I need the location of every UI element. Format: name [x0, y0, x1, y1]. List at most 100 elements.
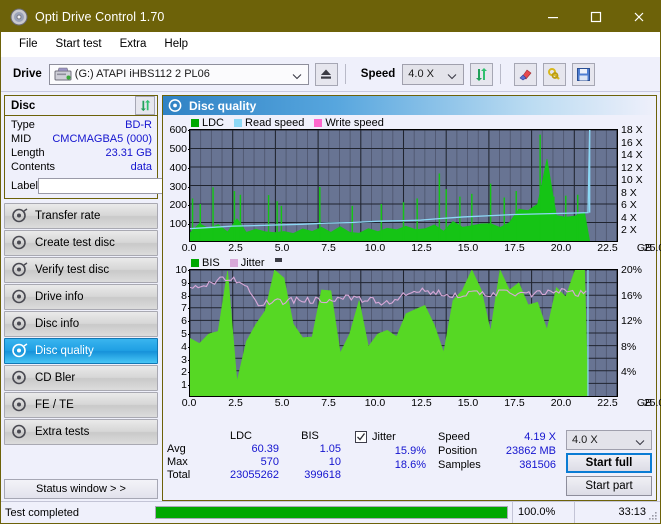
- sidebar-item-cd-bler[interactable]: CD Bler: [4, 365, 158, 391]
- chart-ldc-x-axis: 0.02.55.07.510.012.515.017.520.022.525.0…: [182, 242, 661, 256]
- y-tick-label: 7: [181, 302, 187, 315]
- y-tick-label: 4: [181, 340, 187, 353]
- y2-tick-label: 12 X: [621, 161, 643, 174]
- sidebar-label: Transfer rate: [35, 210, 101, 222]
- disc-icon: [168, 98, 183, 113]
- speed-select[interactable]: 4.0 X: [402, 63, 465, 85]
- disc-refresh-button[interactable]: [135, 96, 155, 115]
- stats-total-bis: 399618: [304, 469, 341, 481]
- sidebar-item-disc-quality[interactable]: Disc quality: [4, 338, 158, 364]
- x-tick-label: 17.5: [504, 397, 525, 409]
- menu-item-help[interactable]: Help: [155, 36, 197, 52]
- menu-item-file[interactable]: File: [10, 36, 47, 52]
- disc-info-panel: Disc Type BD-R MID CMCMAGBA5 (000) Lengt…: [4, 95, 240, 199]
- tools-button[interactable]: [543, 62, 567, 86]
- sidebar-item-transfer-rate[interactable]: Transfer rate: [4, 203, 158, 229]
- stats-row-label-total: Total: [167, 469, 191, 481]
- drive-value: (G:) ATAPI iHBS112 2 PL06: [74, 68, 210, 80]
- chart-ldc: LDC Read speed Write speed 100 200 300 400 5…: [165, 116, 661, 256]
- stats-max-bis: 10: [328, 456, 341, 468]
- y-tick-label: 600: [169, 124, 187, 136]
- x-tick-label: 12.5: [411, 242, 432, 254]
- sidebar-label: Extra tests: [35, 426, 90, 438]
- chart-bis-legend: BIS Jitter: [165, 256, 654, 269]
- chart-ldc-legend: LDC Read speed Write speed: [165, 116, 654, 129]
- chevron-down-icon: [635, 437, 645, 449]
- sidebar-item-verify-test-disc[interactable]: Verify test disc: [4, 257, 158, 283]
- x-tick-label: 0.0: [181, 242, 197, 254]
- sidebar-item-extra-tests[interactable]: Extra tests: [4, 419, 158, 445]
- toolbar-divider-2: [500, 64, 502, 84]
- disc-panel-header: Disc: [5, 96, 157, 116]
- y2-tick-label: 4 X: [621, 211, 637, 224]
- test-speed-value: 4.0 X: [572, 434, 598, 446]
- drive-hardware-icon: [54, 67, 72, 82]
- stats-row-label-max: Max: [167, 456, 188, 468]
- sidebar-item-drive-info[interactable]: Drive info: [4, 284, 158, 310]
- stats-header-bis: BIS: [301, 430, 319, 442]
- y2-tick-label: 8%: [621, 340, 637, 353]
- y-tick-label: 2: [181, 366, 187, 379]
- y-tick-label: 1: [181, 379, 187, 392]
- jitter-avg-value: 15.9%: [394, 445, 426, 457]
- disc-icon: [12, 343, 29, 359]
- y-tick-label: 6: [181, 315, 187, 328]
- disc-value-contents: data: [130, 161, 152, 173]
- chart-ldc-y2-axis: 2 X4 X6 X8 X 10 X 12 X 14 X 16 X 18 X: [618, 124, 654, 242]
- chart-bis-plot: [189, 269, 618, 397]
- y2-tick-label: 4%: [621, 366, 637, 379]
- jitter-label: Jitter: [372, 431, 396, 443]
- disc-key-contents: Contents: [11, 161, 56, 173]
- maximize-button[interactable]: [574, 1, 617, 32]
- sidebar-item-create-test-disc[interactable]: Create test disc: [4, 230, 158, 256]
- chart-ldc-plot: [189, 129, 618, 242]
- speed-stat-value: 4.19 X: [524, 431, 556, 443]
- test-speed-select[interactable]: 4.0 X: [566, 430, 652, 450]
- status-window-button[interactable]: Status window > >: [4, 479, 158, 499]
- eraser-button[interactable]: [514, 62, 538, 86]
- sidebar-item-disc-info[interactable]: Disc info: [4, 311, 158, 337]
- status-message: Test completed: [5, 506, 79, 519]
- chart-bis-y-axis: 1 2 3 4 5 6 7 8 9 10: [165, 264, 192, 397]
- x-axis-unit: GB: [636, 397, 652, 409]
- menu-item-start-test[interactable]: Start test: [47, 36, 111, 52]
- disc-row-contents: Contents data: [11, 160, 152, 174]
- legend-swatch-write-speed: [314, 118, 323, 127]
- disc-value-type: BD-R: [125, 119, 152, 131]
- y-tick-label: 500: [169, 142, 187, 155]
- eject-button[interactable]: [314, 62, 338, 86]
- refresh-button[interactable]: [470, 62, 494, 86]
- minimize-button[interactable]: [531, 1, 574, 32]
- menu-item-extra[interactable]: Extra: [111, 36, 156, 52]
- disc-row-type: Type BD-R: [11, 118, 152, 132]
- disc-icon: [12, 316, 29, 332]
- x-tick-label: 15.0: [457, 242, 479, 254]
- samples-label: Samples: [438, 459, 481, 471]
- resize-grip[interactable]: [647, 510, 658, 521]
- x-axis-unit: GB: [636, 242, 652, 254]
- disc-value-mid: CMCMAGBA5 (000): [52, 133, 152, 145]
- x-tick-label: 10.0: [364, 397, 386, 409]
- save-button[interactable]: [572, 62, 596, 86]
- jitter-checkbox[interactable]: [355, 431, 367, 443]
- menu-bar: File Start test Extra Help: [1, 32, 660, 57]
- progress-bar: [155, 506, 508, 519]
- legend-label-bis: BIS: [202, 256, 220, 269]
- start-full-button[interactable]: Start full: [566, 453, 652, 473]
- disc-row-mid: MID CMCMAGBA5 (000): [11, 132, 152, 146]
- start-part-button[interactable]: Start part: [566, 476, 652, 496]
- jitter-checkbox-row: Jitter: [355, 430, 426, 444]
- charts-area: LDC Read speed Write speed 100 200 300 400 5…: [163, 115, 661, 427]
- chart-ldc-plotrow: 100 200 300 400 500 600 2 X4 X6 X8 X 10 X 12 X1…: [165, 124, 654, 242]
- sidebar-item-fe-te[interactable]: FE / TE: [4, 392, 158, 418]
- y-tick-label: 100: [169, 218, 187, 231]
- drive-select[interactable]: (G:) ATAPI iHBS112 2 PL06: [48, 63, 309, 85]
- disc-icon: [12, 262, 29, 278]
- x-tick-label: 12.5: [411, 397, 432, 409]
- stats-avg-ldc: 60.39: [251, 443, 279, 455]
- y2-tick-label: 14 X: [621, 149, 643, 162]
- x-tick-label: 15.0: [457, 397, 479, 409]
- close-button[interactable]: [617, 1, 660, 32]
- x-tick-label: 0.0: [181, 397, 197, 409]
- stats-row-label-avg: Avg: [167, 443, 186, 455]
